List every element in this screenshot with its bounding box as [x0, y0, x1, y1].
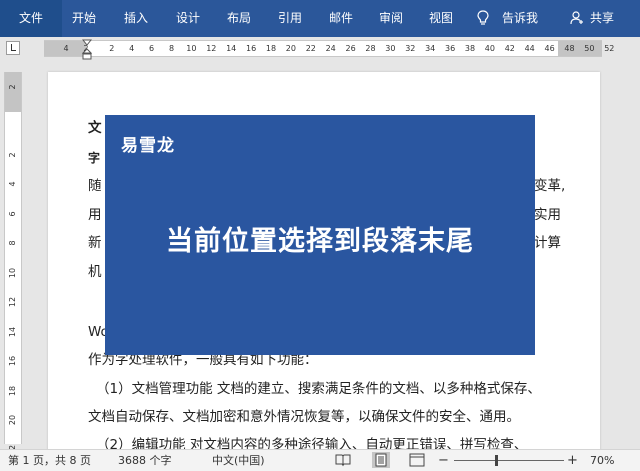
doc-line: 文 [88, 120, 102, 136]
user-icon[interactable] [570, 11, 584, 25]
tab-stop-selector[interactable] [6, 41, 20, 55]
ruler-tick-label: 16 [246, 44, 257, 53]
ruler-tick-label: 6 [149, 44, 155, 53]
horizontal-ruler-row: 4 2 2 4 6 8 10 12 14 16 18 20 22 24 26 28 30 32 34 36 38 40 42… [0, 37, 640, 59]
ruler-tick-label: 38 [464, 44, 476, 53]
horizontal-ruler[interactable]: 4 2 2 4 6 8 10 12 14 16 18 20 22 24 26 28 30 32 34 36 38 40 42… [44, 40, 614, 57]
tab-mailings[interactable]: 邮件 [329, 0, 353, 37]
status-bar: 第 1 页，共 8 页 3688 个字 中文(中国) − + 70% [0, 449, 640, 471]
doc-line: 机 [88, 264, 102, 280]
ruler-tick-label: 4 [63, 44, 69, 53]
ruler-tick-label: 4 [8, 181, 17, 187]
ruler-tick-label: 34 [425, 44, 436, 53]
ruler-tick-label: 42 [504, 44, 515, 53]
ruler-tick-label: 2 [8, 84, 17, 90]
ruler-tick-label: 16 [8, 355, 17, 367]
ruler-tick-label: 12 [8, 296, 17, 308]
ruler-tick-label: 52 [604, 44, 615, 53]
ruler-tick-label: 14 [8, 326, 17, 337]
lightbulb-icon[interactable] [476, 10, 490, 26]
ruler-tick-label: 10 [186, 44, 197, 53]
ruler-tick-label: 18 [8, 385, 17, 396]
doc-line: 新 [88, 235, 102, 251]
language-indicator[interactable]: 中文(中国) [212, 450, 265, 471]
title-overlay-card: 易雪龙 当前位置选择到段落末尾 [105, 115, 535, 355]
ruler-tick-label: 6 [8, 210, 17, 217]
tab-layout[interactable]: 布局 [227, 0, 251, 37]
tab-design[interactable]: 设计 [176, 0, 200, 37]
read-mode-icon[interactable] [334, 452, 352, 468]
ribbon-tab-bar: 文件 开始 插入 设计 布局 引用 邮件 审阅 视图 告诉我 共享 [0, 0, 640, 37]
zoom-level[interactable]: 70% [590, 450, 614, 471]
ruler-tick-label: 2 [8, 151, 17, 158]
print-layout-button[interactable] [372, 452, 390, 468]
ruler-tick-label: 44 [524, 44, 535, 53]
zoom-in-button[interactable]: + [567, 450, 578, 471]
zoom-slider-thumb[interactable] [494, 455, 498, 466]
ruler-tick-label: 14 [226, 44, 237, 53]
tab-review[interactable]: 审阅 [379, 0, 403, 37]
ruler-tick-label: 30 [385, 44, 396, 53]
ruler-tick-label: 24 [325, 44, 336, 53]
ruler-tick-label: 10 [8, 267, 17, 278]
brand-logo-text: 易雪龙 [121, 136, 175, 156]
ruler-tick-label: 8 [8, 240, 17, 246]
ruler-tick-label: 22 [305, 44, 316, 53]
tell-me-search[interactable]: 告诉我 [502, 0, 538, 37]
doc-line: 用 [88, 207, 102, 223]
tab-file[interactable]: 文件 [0, 0, 62, 37]
zoom-out-button[interactable]: − [438, 450, 449, 471]
ruler-tick-label: 26 [345, 44, 356, 53]
doc-line-end: 计算 [534, 235, 561, 251]
share-button[interactable]: 共享 [590, 0, 614, 37]
doc-line: （1）文档管理功能 文档的建立、搜索满足条件的文档、以多种格式保存、 [96, 381, 541, 397]
doc-line-end: 实用 [534, 207, 561, 223]
ruler-tick-label: 12 [206, 44, 217, 53]
ruler-tick-label: 50 [584, 44, 595, 53]
ruler-tick-label: 4 [129, 44, 135, 53]
ruler-tick-label: 48 [564, 44, 575, 53]
zoom-slider-track[interactable] [454, 460, 564, 461]
tab-references[interactable]: 引用 [278, 0, 302, 37]
print-layout-icon [375, 453, 387, 467]
ruler-tick-label: 20 [8, 414, 17, 426]
overlay-headline: 当前位置选择到段落末尾 [166, 226, 474, 257]
tab-insert[interactable]: 插入 [124, 0, 148, 37]
doc-line-end: 变革, [534, 178, 566, 194]
doc-line: 随 [88, 178, 102, 194]
page-count[interactable]: 第 1 页，共 8 页 [8, 450, 91, 471]
ruler-tick-label: 18 [265, 44, 277, 53]
ruler-tick-label: 20 [285, 44, 296, 53]
ruler-tick-label: 2 [109, 44, 115, 53]
doc-line: 字 [88, 151, 101, 165]
tab-home[interactable]: 开始 [72, 0, 96, 37]
vertical-ruler[interactable]: 2246810121416182022 [4, 72, 22, 455]
ruler-tick-label: 8 [168, 44, 175, 53]
web-layout-icon[interactable] [408, 452, 426, 468]
word-count[interactable]: 3688 个字 [118, 450, 172, 471]
doc-line: 文档自动保存、文档加密和意外情况恢复等，以确保文件的安全、通用。 [88, 409, 520, 425]
indent-marker[interactable] [82, 37, 92, 61]
ruler-tick-label: 46 [544, 44, 555, 53]
ruler-tick-label: 36 [445, 44, 456, 53]
tab-view[interactable]: 视图 [429, 0, 453, 37]
ruler-tick-label: 32 [405, 44, 416, 53]
ruler-tick-label: 28 [365, 44, 376, 53]
ruler-tick-label: 40 [484, 44, 495, 53]
